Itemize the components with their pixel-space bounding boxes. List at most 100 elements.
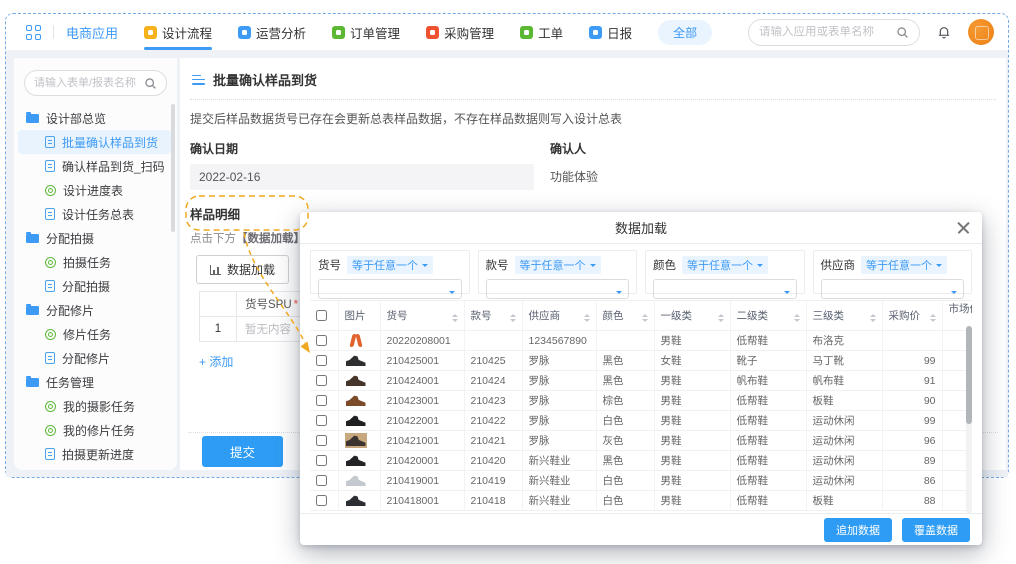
sidebar-item[interactable]: 拍摄任务 bbox=[18, 250, 171, 274]
nav-tab[interactable]: 采购管理 bbox=[426, 14, 494, 50]
purchase-price-cell: 90 bbox=[882, 391, 942, 411]
row-checkbox[interactable] bbox=[316, 495, 327, 506]
filter-value-select[interactable] bbox=[653, 279, 797, 299]
submit-button[interactable]: 提交 bbox=[202, 436, 283, 467]
sort-icon[interactable] bbox=[870, 314, 876, 322]
filter-operator-pill[interactable]: 等于任意一个 bbox=[861, 256, 947, 274]
select-all-checkbox[interactable] bbox=[316, 310, 327, 321]
sidebar-item[interactable]: 分配修片 bbox=[18, 346, 171, 370]
category3-cell: 马丁靴 bbox=[806, 351, 882, 371]
column-header[interactable]: 二级类 bbox=[730, 301, 806, 331]
sidebar-item-icon bbox=[26, 306, 39, 315]
filter-operator-pill[interactable]: 等于任意一个 bbox=[515, 256, 601, 274]
global-search-input[interactable] bbox=[759, 26, 896, 38]
column-header[interactable]: 货号 bbox=[380, 301, 464, 331]
sidebar-item-icon bbox=[45, 160, 55, 172]
sidebar-search-input[interactable] bbox=[34, 77, 144, 89]
brand-label[interactable]: 电商应用 bbox=[66, 23, 118, 42]
chevron-down-icon bbox=[757, 264, 763, 270]
product-photo bbox=[345, 353, 367, 368]
row-checkbox[interactable] bbox=[316, 335, 327, 346]
row-checkbox[interactable] bbox=[316, 415, 327, 426]
sidebar-item-label: 我的摄影任务 bbox=[63, 398, 135, 415]
nav-tab-label: 工单 bbox=[538, 23, 563, 42]
supplier-cell: 1234567890 bbox=[522, 331, 596, 351]
divider bbox=[190, 99, 996, 100]
sort-icon[interactable] bbox=[510, 314, 516, 322]
append-data-button[interactable]: 追加数据 bbox=[824, 518, 892, 542]
row-checkbox[interactable] bbox=[316, 475, 327, 486]
row-checkbox[interactable] bbox=[316, 395, 327, 406]
notification-bell-icon[interactable] bbox=[936, 24, 952, 40]
sort-icon[interactable] bbox=[642, 314, 648, 322]
sidebar-item[interactable]: 分配修片 bbox=[18, 298, 171, 322]
row-checkbox[interactable] bbox=[316, 355, 327, 366]
sidebar-item[interactable]: 批量确认样品到货 bbox=[18, 130, 171, 154]
confirm-date-field[interactable]: 2022-02-16 bbox=[190, 164, 534, 190]
row-checkbox[interactable] bbox=[316, 455, 327, 466]
sku-cell: 210424001 bbox=[380, 371, 464, 391]
sidebar-item[interactable]: 分配拍摄 bbox=[18, 274, 171, 298]
sidebar-item[interactable]: 设计部总览 bbox=[18, 106, 171, 130]
user-avatar[interactable] bbox=[968, 19, 994, 45]
sidebar-item[interactable]: 分配拍摄 bbox=[18, 226, 171, 250]
row-checkbox[interactable] bbox=[316, 435, 327, 446]
filter-value-select[interactable] bbox=[486, 279, 630, 299]
sidebar-item-label: 任务管理 bbox=[46, 374, 94, 391]
sort-icon[interactable] bbox=[718, 314, 724, 322]
sidebar-item[interactable]: 设计任务总表 bbox=[18, 202, 171, 226]
table-row[interactable]: 210421001 210421 罗脉 灰色 男鞋 低帮鞋 运动休闲 96 bbox=[310, 431, 972, 451]
table-row[interactable]: 210423001 210423 罗脉 棕色 男鞋 低帮鞋 板鞋 90 bbox=[310, 391, 972, 411]
sort-icon[interactable] bbox=[452, 314, 458, 322]
filter-operator-pill[interactable]: 等于任意一个 bbox=[682, 256, 768, 274]
column-header[interactable]: 款号 bbox=[464, 301, 522, 331]
row-checkbox[interactable] bbox=[316, 375, 327, 386]
nav-tab[interactable]: 日报 bbox=[589, 14, 632, 50]
table-row[interactable]: 210419001 210419 新兴鞋业 白色 男鞋 低帮鞋 运动休闲 86 bbox=[310, 471, 972, 491]
column-header[interactable]: 颜色 bbox=[596, 301, 654, 331]
nav-tab[interactable]: 订单管理 bbox=[332, 14, 400, 50]
table-row[interactable]: 210424001 210424 罗脉 黑色 男鞋 帆布鞋 帆布鞋 91 bbox=[310, 371, 972, 391]
column-header[interactable]: 供应商 bbox=[522, 301, 596, 331]
sidebar-item[interactable]: 修片任务 bbox=[18, 322, 171, 346]
nav-tab[interactable]: 设计流程 bbox=[144, 14, 212, 50]
sort-icon[interactable] bbox=[584, 314, 590, 322]
table-row[interactable]: 210425001 210425 罗脉 黑色 女鞋 靴子 马丁靴 99 bbox=[310, 351, 972, 371]
all-apps-pill[interactable]: 全部 bbox=[658, 20, 712, 45]
color-cell: 黑色 bbox=[596, 351, 654, 371]
filter-operator-pill[interactable]: 等于任意一个 bbox=[347, 256, 433, 274]
column-header[interactable]: 三级类 bbox=[806, 301, 882, 331]
sidebar-item[interactable]: 任务管理 bbox=[18, 370, 171, 394]
column-header[interactable]: 采购价 bbox=[882, 301, 942, 331]
filter-value-select[interactable] bbox=[318, 279, 462, 299]
category1-cell: 男鞋 bbox=[654, 391, 730, 411]
table-row[interactable]: 210420001 210420 新兴鞋业 黑色 男鞋 低帮鞋 运动休闲 89 bbox=[310, 451, 972, 471]
sidebar-item[interactable]: 设计进度表 bbox=[18, 178, 171, 202]
sidebar-item-label: 设计进度表 bbox=[63, 182, 123, 199]
nav-tab[interactable]: 工单 bbox=[520, 14, 563, 50]
collapse-menu-icon[interactable] bbox=[192, 75, 205, 85]
table-scrollbar-thumb[interactable] bbox=[966, 326, 972, 424]
sidebar-item[interactable]: 拍摄更新进度 bbox=[18, 442, 171, 466]
sort-icon[interactable] bbox=[794, 314, 800, 322]
table-row[interactable]: 210418001 210418 新兴鞋业 白色 男鞋 低帮鞋 板鞋 88 bbox=[310, 491, 972, 511]
sidebar-item[interactable]: 我的修片任务 bbox=[18, 418, 171, 442]
table-row[interactable]: 20220208001 1234567890 男鞋 低帮鞋 布洛克 bbox=[310, 331, 972, 351]
supplier-cell: 新兴鞋业 bbox=[522, 491, 596, 511]
table-row[interactable]: 210422001 210422 罗脉 白色 男鞋 低帮鞋 运动休闲 99 bbox=[310, 411, 972, 431]
modal-header: 数据加载 bbox=[300, 212, 982, 244]
sort-icon[interactable] bbox=[930, 314, 936, 322]
column-header[interactable]: 一级类 bbox=[654, 301, 730, 331]
sidebar-item[interactable]: 确认样品到货_扫码 bbox=[18, 154, 171, 178]
sidebar-item[interactable]: 我的摄影任务 bbox=[18, 394, 171, 418]
close-icon[interactable] bbox=[957, 221, 971, 235]
nav-tab[interactable]: 运营分析 bbox=[238, 14, 306, 50]
add-row-link[interactable]: + 添加 bbox=[199, 353, 233, 370]
product-photo bbox=[345, 433, 367, 448]
overwrite-data-button[interactable]: 覆盖数据 bbox=[902, 518, 970, 542]
data-load-button[interactable]: 数据加载 bbox=[196, 255, 289, 284]
app-grid-icon[interactable] bbox=[26, 25, 41, 40]
column-header[interactable]: 图片 bbox=[338, 301, 380, 331]
sidebar-scrollbar[interactable] bbox=[171, 104, 175, 232]
filter-value-select[interactable] bbox=[821, 279, 965, 299]
